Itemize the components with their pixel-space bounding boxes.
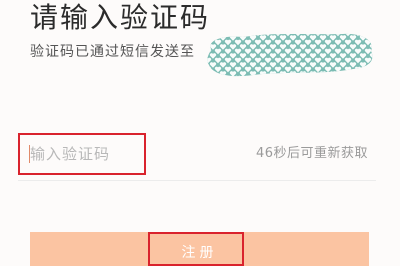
sms-sent-notice: 验证码已通过短信发送至 [30,44,195,60]
text-caret [29,145,30,163]
verification-code-row: 46秒后可重新获取 [18,128,376,181]
page-title: 请输入验证码 [30,1,211,34]
register-button-label: 注册 [181,245,218,261]
resend-countdown: 46秒后可重新获取 [255,146,368,161]
masked-phone-number [207,33,373,77]
verification-code-input[interactable] [18,133,146,175]
register-button[interactable]: 注册 [30,232,369,266]
verification-page: 请输入验证码 验证码已通过短信发送至 46秒后可重新获取 注册 [0,0,400,266]
